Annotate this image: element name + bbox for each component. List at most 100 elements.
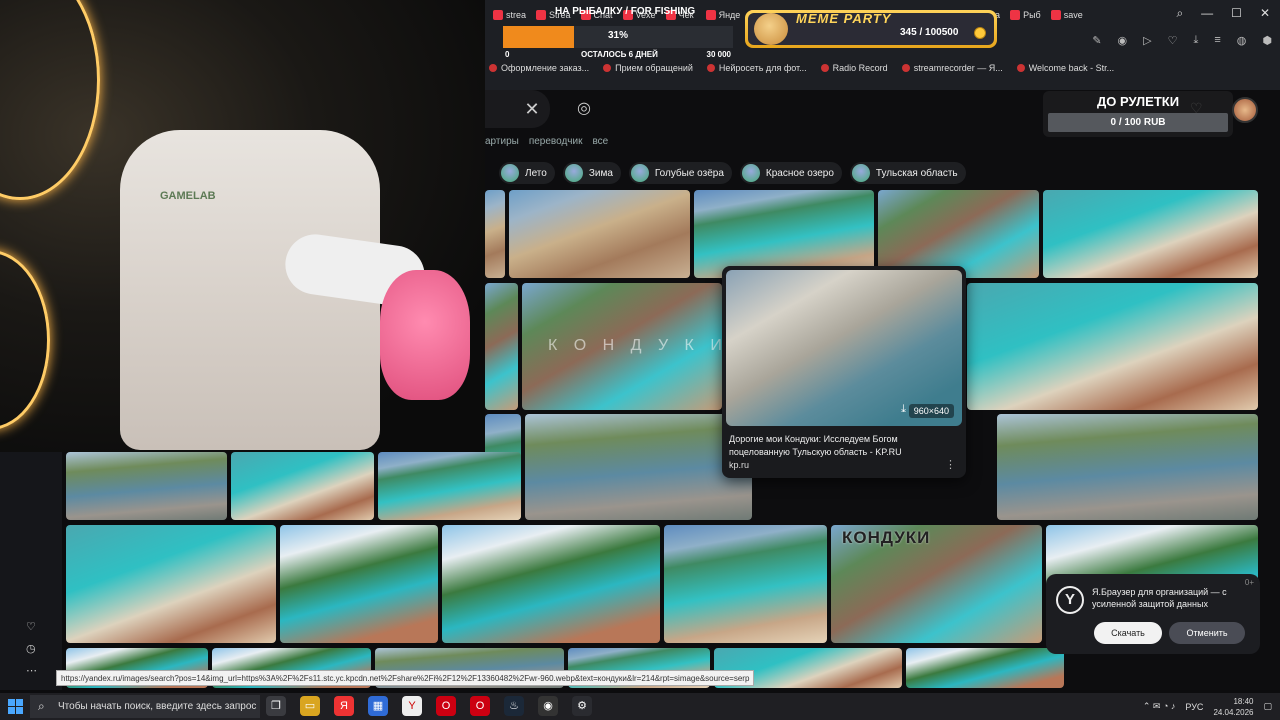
download-button[interactable]: Скачать <box>1094 622 1162 644</box>
result-image[interactable] <box>485 190 505 278</box>
yandex-browser-icon: Y <box>1056 586 1084 614</box>
search-icon: ⌕ <box>38 699 45 713</box>
windows-start-icon[interactable] <box>8 699 23 714</box>
download-icon[interactable]: ⤓ <box>1193 34 1198 47</box>
bookmark-icon <box>706 64 715 72</box>
yandex-browser-icon[interactable]: Y <box>402 696 422 716</box>
bookmark-item[interactable]: Radio Record <box>820 63 888 73</box>
maximize-icon[interactable]: ☐ <box>1231 6 1242 21</box>
clock-icon[interactable]: ◷ <box>26 642 36 655</box>
goal-min: 0 <box>505 50 510 59</box>
avatar[interactable] <box>1232 97 1258 123</box>
service-link[interactable]: артиры <box>485 136 519 147</box>
more-icon[interactable]: ⋯ <box>26 664 37 677</box>
task-view-icon[interactable]: ❐ <box>266 696 286 716</box>
filter-chip[interactable]: Красное озеро <box>739 162 842 184</box>
bookmark-item[interactable]: Welcome back - Str... <box>1016 63 1114 73</box>
taskbar-search-input[interactable]: ⌕ Чтобы начать поиск, введите здесь запр… <box>30 695 260 718</box>
result-image[interactable] <box>509 190 690 278</box>
result-image[interactable] <box>525 414 752 520</box>
service-link[interactable]: все <box>592 136 608 147</box>
tab-favicon-icon <box>1010 10 1021 20</box>
chip-label: Зима <box>588 167 613 179</box>
result-image[interactable] <box>231 452 374 520</box>
yandex-icon[interactable]: Я <box>334 696 354 716</box>
side-app-strip: ♡ ◷ ⋯ <box>0 452 62 690</box>
edit-icon[interactable]: ✎ <box>1092 34 1101 47</box>
bookmark-label: Оформление заказ... <box>501 63 590 73</box>
filter-chip[interactable]: Голубые озёра <box>628 162 732 184</box>
result-image[interactable] <box>485 283 518 410</box>
service-link[interactable]: переводчик <box>529 136 583 147</box>
browser-toolbar: ✎ ◉ ▷ ♡ ⤓ ≡ ◍ ⬢ <box>1092 34 1272 47</box>
meme-party-panel: MEME PARTY 345 / 100500 <box>748 11 994 45</box>
bookmark-item[interactable]: Прием обращений <box>603 63 693 73</box>
camera-search-icon[interactable]: ◎ <box>573 98 595 120</box>
browser-tab[interactable]: save <box>1047 4 1087 26</box>
webcam-overlay: GAMELAB <box>0 0 485 452</box>
play-icon[interactable]: ▷ <box>1143 34 1151 47</box>
clear-search-icon[interactable]: ✕ <box>521 98 543 120</box>
bookmark-label: Radio Record <box>832 63 888 73</box>
menu-icon[interactable]: ≡ <box>1214 34 1220 47</box>
result-image[interactable] <box>280 525 438 643</box>
filter-chip[interactable]: Тульская область <box>849 162 966 184</box>
extension-icon[interactable]: ⬢ <box>1262 34 1272 47</box>
steam-icon[interactable]: ♨ <box>504 696 524 716</box>
result-image[interactable] <box>442 525 660 643</box>
result-image[interactable] <box>694 190 874 278</box>
bookmark-item[interactable]: Нейросеть для фот... <box>706 63 807 73</box>
filter-chip[interactable]: Зима <box>562 162 621 184</box>
bookmark-item[interactable]: Оформление заказ... <box>489 63 589 73</box>
bookmark-icon <box>603 64 612 72</box>
store-icon[interactable]: ▦ <box>368 696 388 716</box>
clock-date: 24.04.2026 <box>1213 707 1254 717</box>
download-icon[interactable]: ⤓ <box>901 403 906 416</box>
result-image[interactable] <box>378 452 521 520</box>
search-icon[interactable]: ⌕ <box>1176 6 1183 21</box>
favorite-icon[interactable]: ♡ <box>1168 34 1178 47</box>
result-image[interactable] <box>878 190 1039 278</box>
close-icon[interactable]: ✕ <box>1260 6 1270 21</box>
preview-source[interactable]: kp.ru <box>729 460 749 470</box>
camera-icon[interactable]: ◉ <box>1118 34 1128 47</box>
preview-title[interactable]: Дорогие мои Кондуки: Исследуем Богом поц… <box>729 433 949 459</box>
plush-toy <box>380 270 470 400</box>
bookmark-item[interactable]: streamrecorder — Я... <box>901 63 1003 73</box>
cancel-button[interactable]: Отменить <box>1169 622 1245 644</box>
browser-tab[interactable]: Рыб <box>1006 4 1045 26</box>
preview-image[interactable] <box>726 270 962 426</box>
obs-icon[interactable]: ◉ <box>538 696 558 716</box>
opera-icon[interactable]: O <box>436 696 456 716</box>
bookmark-label: Прием обращений <box>615 63 693 73</box>
more-options-icon[interactable]: ⋮ <box>945 458 956 471</box>
result-image[interactable]: К О Н Д У К И <box>522 283 722 410</box>
filter-chip[interactable]: Лето <box>499 162 555 184</box>
meme-title: MEME PARTY <box>796 11 892 26</box>
result-image[interactable] <box>66 525 276 643</box>
result-image[interactable] <box>1043 190 1258 278</box>
heart-icon[interactable]: ♡ <box>26 620 36 633</box>
bookmark-label: Нейросеть для фот... <box>718 63 807 73</box>
result-image[interactable] <box>906 648 1064 688</box>
settings-icon[interactable]: ⚙ <box>572 696 592 716</box>
chip-label: Тульская область <box>875 167 958 179</box>
result-image[interactable] <box>997 414 1258 520</box>
result-image[interactable] <box>66 452 227 520</box>
taskbar-search-placeholder: Чтобы начать поиск, введите здесь запрос <box>58 701 257 712</box>
file-explorer-icon[interactable]: ▭ <box>300 696 320 716</box>
tray-icons[interactable]: ⌃ ✉ ◔ ♪ <box>1143 701 1176 712</box>
clock[interactable]: 18:40 24.04.2026 <box>1213 696 1253 718</box>
language-indicator[interactable]: РУС <box>1185 702 1203 712</box>
profile-icon[interactable]: ◍ <box>1237 34 1247 47</box>
tab-label: save <box>1063 10 1083 20</box>
notification-icon[interactable]: ▢ <box>1263 701 1272 712</box>
result-image[interactable] <box>664 525 827 643</box>
opera-gx-icon[interactable]: O <box>470 696 490 716</box>
result-image[interactable] <box>967 283 1258 410</box>
image-preview-card[interactable]: ⤓ 960×640 Дорогие мои Кондуки: Исследуем… <box>722 266 966 478</box>
chip-label: Красное озеро <box>765 167 834 179</box>
bookmark-icon <box>820 64 829 72</box>
window-controls: ⌕ — ☐ ✕ <box>1176 6 1270 21</box>
minimize-icon[interactable]: — <box>1201 6 1213 21</box>
